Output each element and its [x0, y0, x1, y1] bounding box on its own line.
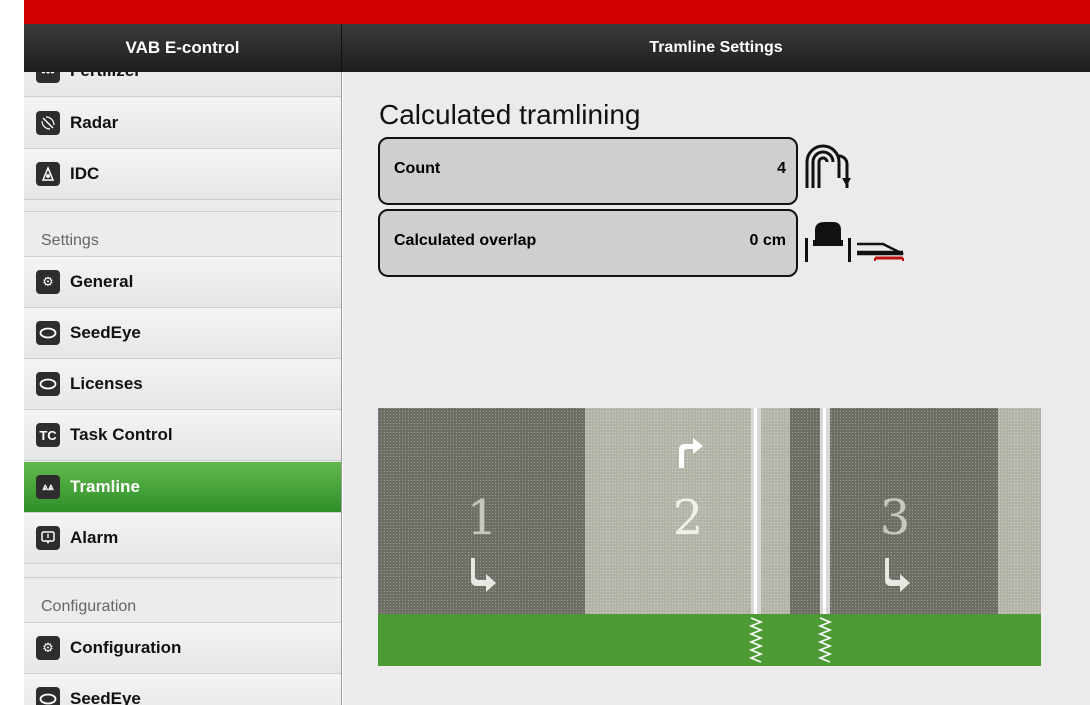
- lane-4-area: [998, 408, 1041, 614]
- tramline-track-1: [751, 408, 761, 614]
- sidebar-item-seedeye[interactable]: SeedEye: [24, 308, 341, 359]
- radar-icon: [36, 111, 60, 135]
- sidebar-item-label: SeedEye: [70, 323, 141, 342]
- eye-icon: [36, 372, 60, 396]
- tractor-overlap-icon: [805, 222, 904, 262]
- sidebar-item-label: SeedEye: [70, 689, 141, 705]
- sidebar-item-tramline[interactable]: ⩓⩓ Tramline: [24, 462, 341, 513]
- dots-icon: •••: [36, 72, 60, 83]
- sidebar-item-label: Task Control: [70, 425, 173, 444]
- tire-track-2: [817, 614, 833, 666]
- sidebar-item-label: Radar: [70, 113, 119, 132]
- sidebar-item-label: Licenses: [70, 374, 143, 393]
- sidebar-item-label: Alarm: [70, 528, 119, 547]
- settings-section-header: Settings: [24, 211, 341, 257]
- gears-icon: ⚙: [36, 270, 60, 294]
- sidebar-item-general[interactable]: ⚙ General: [24, 257, 341, 308]
- sidebar-item-label: Configuration: [70, 638, 182, 657]
- count-label: Count: [394, 160, 441, 177]
- main-panel: Calculated tramlining Count 4 Calculated…: [343, 72, 1090, 705]
- sidebar-item-task-control[interactable]: TC Task Control: [24, 410, 341, 461]
- tramline-diagram: 1 2 3: [378, 408, 1041, 666]
- app-title: VAB E-control: [24, 24, 342, 72]
- sidebar-item-idc[interactable]: IDC: [24, 149, 341, 200]
- tc-icon: TC: [36, 423, 60, 447]
- lane-number-2: 2: [673, 490, 704, 546]
- section-title: Calculated tramlining: [379, 99, 641, 130]
- sidebar-item-seedeye-config[interactable]: SeedEye: [24, 674, 341, 705]
- sidebar-item-label: Tramline: [70, 477, 140, 496]
- sidebar-item-label: IDC: [70, 164, 100, 183]
- page-title: Tramline Settings: [649, 39, 783, 56]
- eye-icon: [36, 321, 60, 345]
- tire-track-1: [748, 614, 764, 666]
- calculated-overlap-field[interactable]: Calculated overlap 0 cm: [378, 209, 798, 277]
- sidebar-item-alarm[interactable]: Alarm: [24, 513, 341, 564]
- gears-icon: ⚙: [36, 636, 60, 660]
- sidebar-item-fertilizer[interactable]: ••• Fertilizer: [24, 72, 341, 97]
- header-bar: VAB E-control Tramline Settings: [24, 24, 1090, 72]
- sidebar-item-label: Fertilizer: [70, 72, 141, 81]
- sidebar[interactable]: ••• Fertilizer Radar IDC Settings ⚙ Gene…: [24, 72, 342, 705]
- count-field[interactable]: Count 4: [378, 137, 798, 205]
- eye-icon: [36, 687, 60, 705]
- sidebar-item-label: General: [70, 272, 134, 291]
- top-red-bar: [24, 0, 1090, 24]
- calculated-overlap-value: 0 cm: [749, 232, 786, 249]
- sidebar-item-configuration[interactable]: ⚙ Configuration: [24, 623, 341, 674]
- sidebar-item-radar[interactable]: Radar: [24, 98, 341, 149]
- tramline-icon: ⩓⩓: [36, 475, 60, 499]
- tramline-track-2: [820, 408, 830, 614]
- configuration-section-header: Configuration: [24, 577, 341, 623]
- headland-strip: [378, 614, 1041, 666]
- turn-pattern-icon: [805, 144, 851, 188]
- alarm-icon: [36, 526, 60, 550]
- sidebar-item-licenses[interactable]: Licenses: [24, 359, 341, 410]
- count-value: 4: [777, 160, 786, 177]
- lane-number-1: 1: [467, 490, 498, 546]
- lane-number-3: 3: [880, 490, 911, 546]
- calculated-overlap-label: Calculated overlap: [394, 232, 537, 249]
- idc-icon: [36, 162, 60, 186]
